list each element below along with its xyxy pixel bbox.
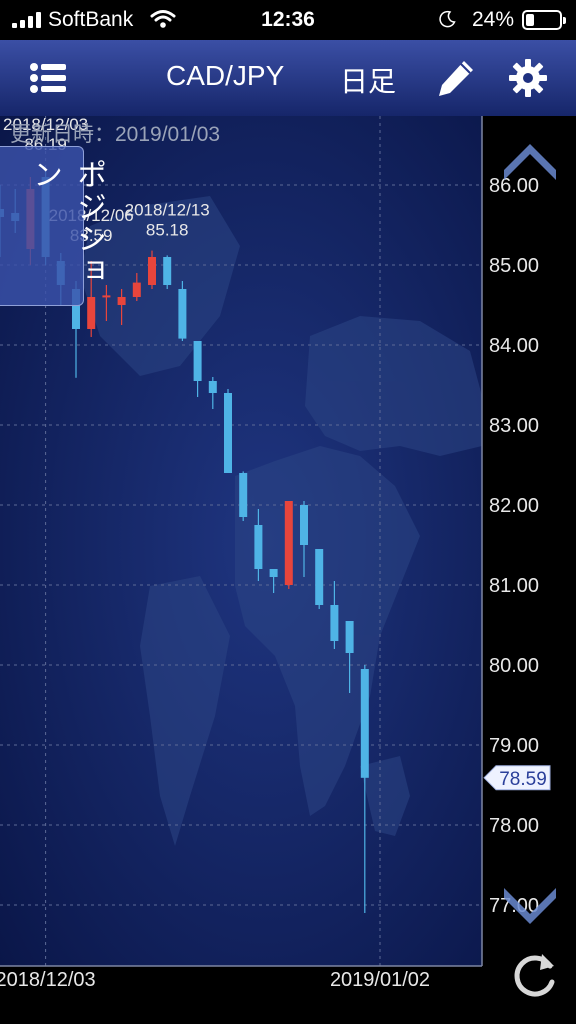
candle [315, 549, 324, 609]
x-tick-label: 2019/01/02 [330, 969, 430, 991]
menu-list-icon[interactable] [26, 56, 70, 100]
do-not-disturb-icon [439, 10, 456, 28]
candle-body [224, 393, 232, 473]
candle-body [345, 621, 354, 653]
toolbar: CAD/JPY 日足 [0, 40, 576, 116]
position-tab-label: ポジション [28, 159, 105, 287]
y-tick-label: 78.00 [489, 815, 539, 837]
candle [284, 501, 293, 589]
position-tab[interactable]: ポジション [0, 146, 105, 306]
candle-body [208, 381, 217, 393]
candle-body [239, 473, 248, 517]
annotation-date: 2018/12/13 [125, 200, 210, 219]
candle-body [360, 669, 369, 778]
candle-body [269, 569, 278, 577]
y-tick-label: 85.00 [489, 255, 539, 277]
candle-body [315, 549, 324, 605]
battery-percentage: 24% [471, 8, 514, 31]
candle-body [330, 605, 339, 641]
chevron-up-icon[interactable] [500, 132, 560, 182]
candle-body [254, 525, 263, 569]
candle-body [193, 341, 202, 381]
current-price-label: 78.59 [499, 769, 547, 790]
gear-icon[interactable] [506, 56, 550, 100]
y-tick-label: 83.00 [489, 415, 539, 437]
candle [163, 255, 172, 289]
y-tick-label: 82.00 [489, 495, 539, 517]
y-tick-label: 81.00 [489, 575, 539, 597]
battery-icon [522, 10, 566, 30]
x-tick-label: 2018/12/03 [0, 969, 96, 991]
y-tick-label: 84.00 [489, 335, 539, 357]
candle-body [163, 257, 172, 285]
chevron-down-icon[interactable] [500, 886, 560, 936]
period-selector[interactable]: 日足 [340, 60, 396, 100]
y-tick-label: 80.00 [489, 655, 539, 677]
pencil-icon[interactable] [434, 56, 478, 100]
candle-body [148, 257, 156, 285]
refresh-icon[interactable] [506, 948, 562, 1004]
status-bar: SoftBank 12:36 24% [0, 0, 576, 40]
y-tick-label: 79.00 [489, 735, 539, 757]
candle [239, 471, 248, 521]
last-updated-label: 更新日時：2019/01/03 [10, 123, 221, 146]
candle-body [132, 282, 141, 297]
candle-body [117, 297, 126, 305]
candle [178, 281, 187, 341]
candle [224, 389, 232, 473]
annotation-value: 85.18 [146, 220, 189, 239]
currency-pair-title[interactable]: CAD/JPY [166, 60, 284, 92]
candle-body [300, 505, 308, 545]
candle-body [178, 289, 187, 339]
chart-area[interactable]: 86.00 85.00 84.00 83.00 82.00 81.00 80.00 79.00… [0, 116, 576, 1024]
candle-body [284, 501, 293, 585]
